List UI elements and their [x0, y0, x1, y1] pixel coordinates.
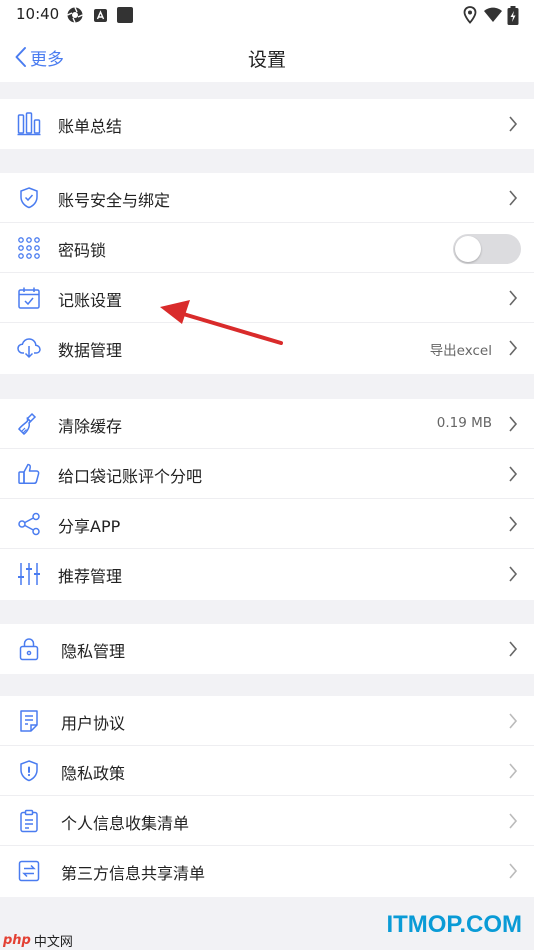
chevron-right-icon: [509, 516, 518, 532]
row-label: 推荐管理: [58, 567, 123, 586]
nav-bar: 更多 设置: [0, 30, 534, 82]
thumbs-up-icon: [18, 463, 40, 485]
row-password-lock: 密码锁: [0, 223, 534, 273]
row-third-party-share-list[interactable]: 第三方信息共享清单: [0, 846, 534, 896]
row-label: 分享APP: [58, 517, 121, 536]
password-lock-toggle[interactable]: [453, 234, 521, 264]
shield-check-icon: [20, 187, 38, 209]
row-label: 给口袋记账评个分吧: [58, 467, 203, 486]
app-square-icon: [117, 7, 133, 23]
status-bar: 10:40: [0, 0, 534, 30]
row-label: 隐私政策: [61, 764, 126, 783]
chevron-right-icon: [509, 340, 518, 356]
row-personal-info-list[interactable]: 个人信息收集清单: [0, 796, 534, 846]
php-logo-text: php: [3, 932, 31, 948]
php-cn-watermark: php 中文网: [0, 930, 73, 950]
shield-info-icon: [20, 760, 38, 782]
toggle-knob: [455, 236, 481, 262]
exchange-icon: [18, 860, 40, 882]
chevron-right-icon: [509, 116, 518, 132]
row-privacy-management[interactable]: 隐私管理: [0, 624, 534, 674]
keypad-icon: [18, 237, 40, 259]
chevron-right-icon: [509, 641, 518, 657]
aperture-icon: [67, 7, 83, 23]
chevron-right-icon: [509, 863, 518, 879]
row-value: 0.19 MB: [436, 415, 492, 431]
document-icon: [20, 710, 38, 732]
row-account-security[interactable]: 账号安全与绑定: [0, 173, 534, 223]
status-time: 10:40: [16, 5, 60, 23]
wifi-icon: [484, 7, 502, 22]
row-label: 密码锁: [58, 241, 107, 260]
clipboard-icon: [20, 809, 38, 833]
location-icon: [463, 6, 477, 24]
lock-icon: [19, 638, 39, 661]
row-label: 数据管理: [58, 341, 123, 360]
row-label: 用户协议: [61, 714, 126, 733]
cloud-download-icon: [17, 338, 41, 359]
chevron-right-icon: [509, 713, 518, 729]
row-share-app[interactable]: 分享APP: [0, 499, 534, 549]
row-clear-cache[interactable]: 清除缓存 0.19 MB: [0, 399, 534, 449]
row-label: 个人信息收集清单: [61, 814, 190, 833]
chevron-right-icon: [509, 190, 518, 206]
php-cn-text: 中文网: [33, 934, 73, 950]
sliders-icon: [18, 563, 40, 585]
settings-group-legal: 用户协议 隐私政策 个人信息收集清单 第三方信息共享清单: [0, 696, 534, 897]
row-privacy-policy[interactable]: 隐私政策: [0, 746, 534, 796]
calendar-check-icon: [18, 287, 40, 309]
chevron-right-icon: [509, 416, 518, 432]
row-value: 导出excel: [429, 343, 492, 359]
row-bill-summary[interactable]: 账单总结: [0, 99, 534, 149]
chevron-right-icon: [509, 466, 518, 482]
chevron-right-icon: [509, 566, 518, 582]
chevron-right-icon: [509, 290, 518, 306]
row-label: 记账设置: [58, 291, 123, 310]
settings-group-bill: 账单总结: [0, 99, 534, 149]
chevron-right-icon: [509, 813, 518, 829]
row-rate-app[interactable]: 给口袋记账评个分吧: [0, 449, 534, 499]
battery-icon: [507, 6, 519, 25]
row-label: 账号安全与绑定: [58, 191, 171, 210]
row-label: 账单总结: [58, 117, 123, 136]
row-label: 第三方信息共享清单: [61, 864, 206, 883]
settings-group-app: 清除缓存 0.19 MB 给口袋记账评个分吧 分享APP 推荐管理: [0, 399, 534, 600]
row-recommend-management[interactable]: 推荐管理: [0, 549, 534, 599]
row-user-agreement[interactable]: 用户协议: [0, 696, 534, 746]
page-title: 设置: [247, 49, 286, 71]
app-a-icon: [94, 9, 107, 22]
row-label: 清除缓存: [58, 417, 123, 436]
annotation-arrow-icon: [160, 300, 283, 345]
settings-group-privacy: 隐私管理: [0, 624, 534, 674]
bar-chart-icon: [17, 112, 41, 136]
share-icon: [18, 512, 40, 536]
chevron-right-icon: [509, 763, 518, 779]
broom-icon: [18, 412, 37, 435]
row-label: 隐私管理: [61, 642, 126, 661]
itmop-watermark: ITMOP.COM: [386, 911, 522, 938]
